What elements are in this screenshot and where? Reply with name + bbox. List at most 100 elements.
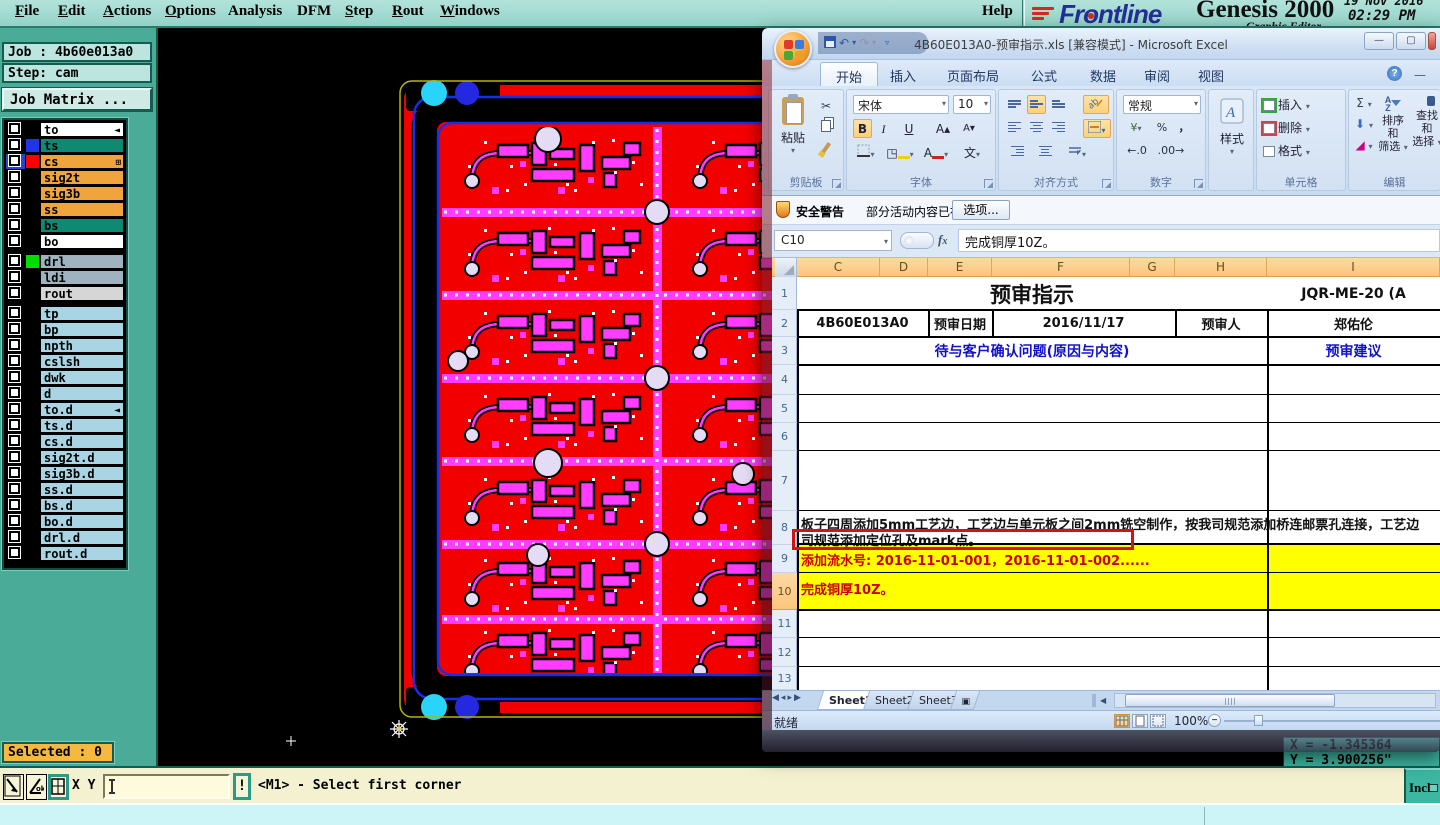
layer-name[interactable]: cslsh: [40, 354, 124, 369]
layer-checkbox-d[interactable]: [6, 386, 25, 401]
row-header-7[interactable]: 7: [772, 451, 797, 511]
alignment-dialog-launcher[interactable]: [1102, 179, 1111, 188]
layer-name[interactable]: bo: [40, 234, 124, 249]
row-header-2[interactable]: 2: [772, 310, 797, 337]
zoom-out-button[interactable]: −: [1208, 714, 1221, 727]
zoom-slider-thumb[interactable]: [1254, 715, 1263, 726]
layer-checkbox-tp[interactable]: [6, 306, 25, 321]
doc-code-cell[interactable]: JQR-ME-20 (A: [1267, 277, 1440, 310]
ribbon-tab-5[interactable]: 数据: [1078, 62, 1128, 86]
layer-row-sig3b[interactable]: sig3b: [6, 186, 124, 201]
excel-titlebar[interactable]: ↶ ▾ ↷ ▾ ▿ 4B60E013A0-预审指示.xls [兼容模式] - Mic…: [762, 28, 1440, 60]
percent-format-button[interactable]: %: [1153, 119, 1171, 137]
layer-checkbox-drl.d[interactable]: [6, 530, 25, 545]
review-advice-cell[interactable]: 预审建议: [1267, 337, 1440, 365]
layer-checkbox-ts[interactable]: [6, 138, 25, 153]
align-left-button[interactable]: [1005, 119, 1024, 138]
layer-row-d[interactable]: d: [6, 386, 124, 401]
menu-actions[interactable]: Actions: [103, 3, 151, 20]
layer-name[interactable]: drl: [40, 254, 124, 269]
sheet-title-cell[interactable]: 预审指示: [797, 277, 1267, 310]
align-bottom-button[interactable]: [1049, 95, 1068, 114]
layer-row-ss[interactable]: ss: [6, 202, 124, 217]
confirm-questions-cell[interactable]: 待与客户确认问题(原因与内容): [797, 337, 1267, 365]
layer-row-tp[interactable]: tp: [6, 306, 124, 321]
reviewer-label-cell[interactable]: 预审人: [1175, 310, 1267, 337]
row-header-5[interactable]: 5: [772, 395, 797, 423]
layer-checkbox-sig3b.d[interactable]: [6, 466, 25, 481]
layer-row-rout[interactable]: rout: [6, 286, 124, 301]
job-number-cell[interactable]: 4B60E013A0: [797, 310, 928, 337]
wrap-text-button[interactable]: ▾: [1063, 143, 1091, 162]
sort-filter-button[interactable]: AZ 排序和 筛选 ▾: [1377, 96, 1409, 154]
minimize-ribbon-icon[interactable]: —: [1414, 68, 1426, 82]
layer-name[interactable]: ldi: [40, 270, 124, 285]
layer-name[interactable]: rout.d: [40, 546, 124, 561]
column-header-I[interactable]: I: [1267, 258, 1440, 277]
layer-row-dwk[interactable]: dwk: [6, 370, 124, 385]
serial-number-note[interactable]: 添加流水号: 2016-11-01-001，2016-11-01-002....…: [801, 550, 1150, 569]
layer-name[interactable]: drl.d: [40, 530, 124, 545]
select-all-corner[interactable]: [775, 258, 797, 277]
help-icon[interactable]: ?: [1387, 66, 1402, 81]
layer-name[interactable]: bs: [40, 218, 124, 233]
layer-name[interactable]: sig2t.d: [40, 450, 124, 465]
tab-split-handle[interactable]: [1092, 694, 1096, 707]
layer-name[interactable]: rout: [40, 286, 124, 301]
ribbon-tab-1[interactable]: 开始: [820, 62, 878, 86]
layer-checkbox-ss.d[interactable]: [6, 482, 25, 497]
row-header-12[interactable]: 12: [772, 638, 797, 667]
layer-name[interactable]: to ◄: [40, 122, 124, 137]
layer-name[interactable]: cs ⊞: [40, 154, 124, 169]
layer-checkbox-sig2t[interactable]: [6, 170, 25, 185]
ribbon-tab-4[interactable]: 公式: [1018, 62, 1070, 86]
format-painter-button[interactable]: [813, 140, 839, 160]
row-header-4[interactable]: 4: [772, 365, 797, 395]
increase-decimal-button[interactable]: ←.0: [1123, 142, 1151, 160]
column-header-H[interactable]: H: [1175, 258, 1267, 277]
layer-name[interactable]: bs.d: [40, 498, 124, 513]
ribbon-tab-3[interactable]: 页面布局: [932, 62, 1014, 86]
name-box[interactable]: C10 ▾: [774, 230, 892, 251]
comma-format-button[interactable]: ，: [1175, 119, 1193, 137]
layer-checkbox-sig2t.d[interactable]: [6, 450, 25, 465]
merge-center-button[interactable]: ▾: [1083, 119, 1111, 138]
find-select-button[interactable]: 查找和 选择 ▾: [1411, 96, 1440, 149]
layer-name[interactable]: ss.d: [40, 482, 124, 497]
currency-format-button[interactable]: ¥▾: [1123, 119, 1149, 137]
office-button[interactable]: [774, 30, 812, 68]
layer-checkbox-ts.d[interactable]: [6, 418, 25, 433]
layer-name[interactable]: cs.d: [40, 434, 124, 449]
borders-button[interactable]: ▾: [853, 143, 879, 162]
underline-button[interactable]: U: [895, 119, 923, 138]
layer-name[interactable]: ts: [40, 138, 124, 153]
phonetic-button[interactable]: 文▾: [957, 143, 987, 162]
layer-name[interactable]: to.d ◄: [40, 402, 124, 417]
layer-checkbox-rout[interactable]: [6, 286, 25, 301]
layer-row-cslsh[interactable]: cslsh: [6, 354, 124, 369]
grid-tool-button[interactable]: [48, 774, 69, 800]
menu-rout[interactable]: Rout: [392, 3, 424, 20]
normal-view-button[interactable]: [1114, 714, 1130, 728]
fill-button[interactable]: ⬇ ▾: [1353, 115, 1375, 134]
layer-checkbox-drl[interactable]: [6, 254, 25, 269]
fill-color-button[interactable]: ◳ ▾: [885, 143, 915, 162]
layer-checkbox-rout.d[interactable]: [6, 546, 25, 561]
layer-name[interactable]: bp: [40, 322, 124, 337]
row-header-1[interactable]: 1: [772, 277, 797, 310]
copy-button[interactable]: [813, 118, 839, 138]
layer-checkbox-dwk[interactable]: [6, 370, 25, 385]
insert-cells-button[interactable]: 插入 ▾: [1263, 96, 1310, 115]
layer-row-to.d[interactable]: to.d ◄: [6, 402, 124, 417]
number-dialog-launcher[interactable]: [1194, 179, 1203, 188]
layer-row-npth[interactable]: npth: [6, 338, 124, 353]
paste-button[interactable]: 粘贴 ▾: [775, 94, 811, 172]
layer-name[interactable]: ts.d: [40, 418, 124, 433]
layer-row-bs[interactable]: bs: [6, 218, 124, 233]
layer-checkbox-bo[interactable]: [6, 234, 25, 249]
zoom-tool-button[interactable]: [3, 774, 24, 800]
layer-checkbox-bs[interactable]: [6, 218, 25, 233]
command-bang-button[interactable]: !: [233, 773, 251, 800]
row-header-10[interactable]: 10: [772, 573, 797, 610]
format-cells-button[interactable]: 格式 ▾: [1263, 142, 1310, 161]
